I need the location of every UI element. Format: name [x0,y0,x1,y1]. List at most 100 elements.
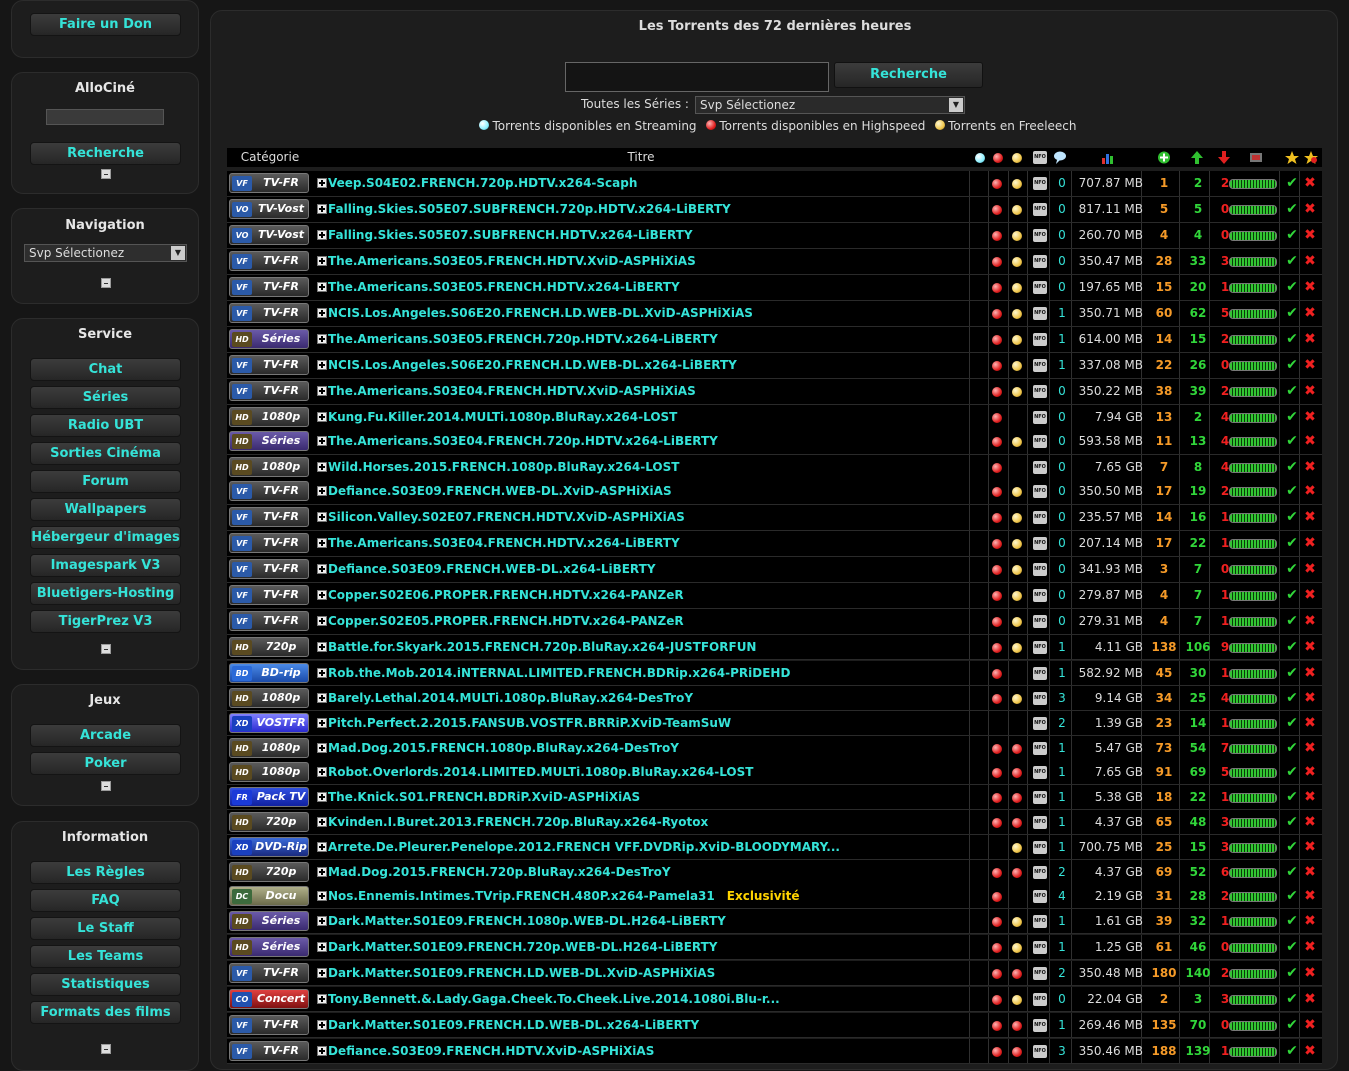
check-icon[interactable]: ✔ [1285,1013,1299,1038]
nfo-icon[interactable]: NFO [1033,667,1047,680]
category-badge[interactable]: VF TV-FR [229,251,309,271]
check-icon[interactable]: ✔ [1285,860,1299,885]
category-badge[interactable]: HD Séries [229,937,309,957]
collapse-icon[interactable] [101,278,111,288]
torrent-name-link[interactable]: Dark.Matter.S01E09.FRENCH.LD.WEB-DL.x264… [328,1013,970,1038]
nfo-icon[interactable]: NFO [1033,537,1047,550]
expand-plus-icon[interactable] [317,178,327,188]
expand-plus-icon[interactable] [317,230,327,240]
torrent-name-link[interactable]: Veep.S04E02.FRENCH.720p.HDTV.x264-Scaph [328,171,970,196]
torrent-name-link[interactable]: NCIS.Los.Angeles.S06E20.FRENCH.LD.WEB-DL… [328,353,970,378]
information-item-button[interactable]: Formats des films [30,1001,181,1024]
comments-count[interactable]: 1 [1053,661,1071,686]
close-icon[interactable]: ✖ [1303,860,1317,885]
category-badge[interactable]: VO TV-Vost [229,225,309,245]
check-icon[interactable]: ✔ [1285,479,1299,504]
comments-count[interactable]: 0 [1053,609,1071,634]
close-icon[interactable]: ✖ [1303,455,1317,480]
category-badge[interactable]: VF TV-FR [229,173,309,193]
collapse-icon[interactable] [101,781,111,791]
nfo-icon[interactable]: NFO [1033,281,1047,294]
category-badge[interactable]: VF TV-FR [229,355,309,375]
category-badge[interactable]: VF TV-FR [229,1015,309,1035]
category-badge[interactable]: VF TV-FR [229,559,309,579]
torrent-name-link[interactable]: The.Americans.S03E05.FRENCH.720p.HDTV.x2… [328,327,970,352]
category-badge[interactable]: VF TV-FR [229,303,309,323]
service-item-button[interactable]: Forum [30,470,181,493]
service-item-button[interactable]: Imagespark V3 [30,554,181,577]
nfo-icon[interactable]: NFO [1033,589,1047,602]
close-icon[interactable]: ✖ [1303,379,1317,404]
service-item-button[interactable]: Wallpapers [30,498,181,521]
expand-plus-icon[interactable] [317,718,327,728]
comments-count[interactable]: 0 [1053,171,1071,196]
comments-count[interactable]: 0 [1053,275,1071,300]
close-icon[interactable]: ✖ [1303,429,1317,454]
check-icon[interactable]: ✔ [1285,531,1299,556]
close-icon[interactable]: ✖ [1303,1039,1317,1064]
jeux-item-button[interactable]: Arcade [30,724,181,747]
category-badge[interactable]: HD Séries [229,329,309,349]
collapse-icon[interactable] [101,644,111,654]
service-item-button[interactable]: Chat [30,358,181,381]
torrent-name-link[interactable]: The.Knick.S01.FRENCH.BDRiP.XviD-ASPHiXiA… [328,785,970,810]
check-icon[interactable]: ✔ [1285,635,1299,660]
nfo-icon[interactable]: NFO [1033,967,1047,980]
expand-plus-icon[interactable] [317,308,327,318]
category-badge[interactable]: VF TV-FR [229,277,309,297]
close-icon[interactable]: ✖ [1303,327,1317,352]
close-icon[interactable]: ✖ [1303,531,1317,556]
torrent-name-link[interactable]: Arrete.De.Pleurer.Penelope.2012.FRENCH V… [328,835,970,860]
torrent-name-link[interactable]: Defiance.S03E09.FRENCH.HDTV.XviD-ASPHiXi… [328,1039,970,1064]
check-icon[interactable]: ✔ [1285,987,1299,1012]
torrent-name-link[interactable]: Dark.Matter.S01E09.FRENCH.LD.WEB-DL.XviD… [328,961,970,986]
close-icon[interactable]: ✖ [1303,275,1317,300]
torrent-name-link[interactable]: Defiance.S03E09.FRENCH.WEB-DL.x264-LiBER… [328,557,970,582]
expand-plus-icon[interactable] [317,916,327,926]
nfo-icon[interactable]: NFO [1033,816,1047,829]
check-icon[interactable]: ✔ [1285,505,1299,530]
comments-count[interactable]: 0 [1053,197,1071,222]
category-badge[interactable]: HD 1080p [229,688,309,708]
check-icon[interactable]: ✔ [1285,327,1299,352]
expand-plus-icon[interactable] [317,204,327,214]
column-category[interactable]: Catégorie [227,148,313,167]
category-badge[interactable]: DC Docu [229,886,309,906]
close-icon[interactable]: ✖ [1303,171,1317,196]
comments-count[interactable]: 4 [1053,884,1071,909]
comments-count[interactable]: 3 [1053,1039,1071,1064]
information-item-button[interactable]: Les Règles [30,861,181,884]
check-icon[interactable]: ✔ [1285,275,1299,300]
category-badge[interactable]: HD 720p [229,862,309,882]
torrent-name-link[interactable]: Tony.Bennett.&.Lady.Gaga.Cheek.To.Cheek.… [328,987,970,1012]
expand-plus-icon[interactable] [317,436,327,446]
torrent-name-link[interactable]: Wild.Horses.2015.FRENCH.1080p.BluRay.x26… [328,455,970,480]
expand-plus-icon[interactable] [317,462,327,472]
service-item-button[interactable]: Séries [30,386,181,409]
nfo-icon[interactable]: NFO [1033,615,1047,628]
check-icon[interactable]: ✔ [1285,785,1299,810]
nfo-icon[interactable]: NFO [1033,692,1047,705]
category-badge[interactable]: VF TV-FR [229,585,309,605]
expand-plus-icon[interactable] [317,743,327,753]
check-icon[interactable]: ✔ [1285,557,1299,582]
comments-count[interactable]: 1 [1053,736,1071,761]
close-icon[interactable]: ✖ [1303,353,1317,378]
close-icon[interactable]: ✖ [1303,961,1317,986]
jeux-item-button[interactable]: Poker [30,752,181,775]
torrent-name-link[interactable]: Falling.Skies.S05E07.SUBFRENCH.720p.HDTV… [328,197,970,222]
comments-count[interactable]: 0 [1053,583,1071,608]
torrent-name-link[interactable]: Falling.Skies.S05E07.SUBFRENCH.HDTV.x264… [328,223,970,248]
check-icon[interactable]: ✔ [1285,223,1299,248]
close-icon[interactable]: ✖ [1303,197,1317,222]
check-icon[interactable]: ✔ [1285,171,1299,196]
comments-count[interactable]: 0 [1053,479,1071,504]
search-input[interactable] [565,62,829,92]
check-icon[interactable]: ✔ [1285,935,1299,960]
torrent-name-link[interactable]: Copper.S02E05.PROPER.FRENCH.HDTV.x264-PA… [328,609,970,634]
service-item-button[interactable]: Bluetigers-Hosting [30,582,181,605]
nfo-icon[interactable]: NFO [1033,717,1047,730]
close-icon[interactable]: ✖ [1303,760,1317,785]
comments-count[interactable]: 1 [1053,785,1071,810]
check-icon[interactable]: ✔ [1285,909,1299,934]
